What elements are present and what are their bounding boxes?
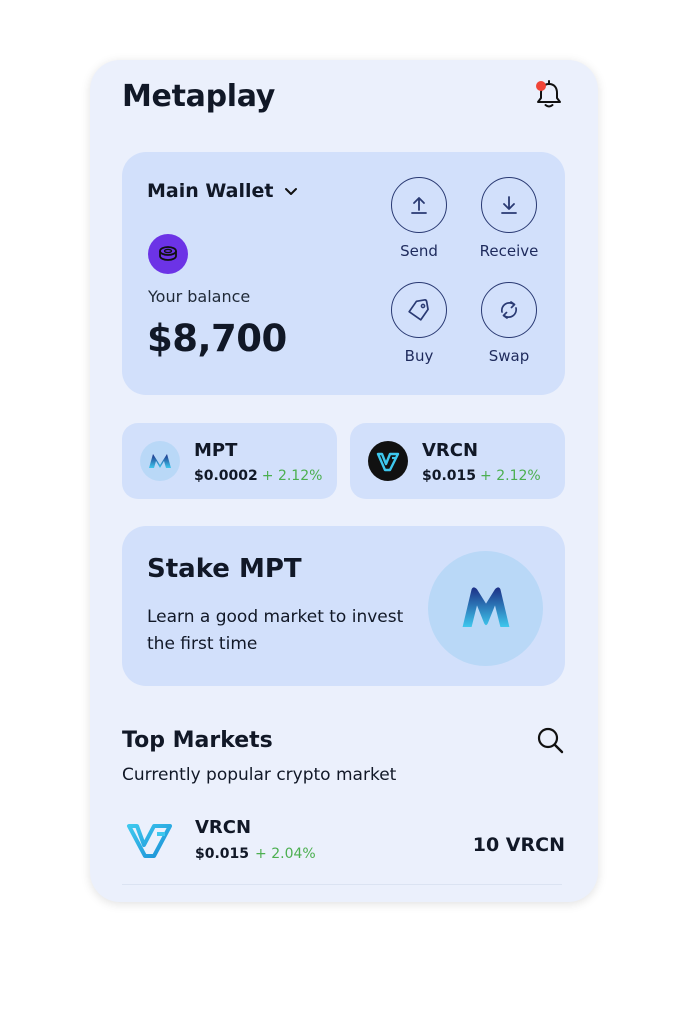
token-change: + 2.12%: [480, 468, 541, 484]
coin-icon: [148, 234, 188, 274]
search-icon: [537, 727, 564, 754]
market-change: + 2.04%: [255, 846, 316, 862]
market-price: $0.015 + 2.04%: [195, 846, 316, 862]
chevron-down-icon: [285, 188, 298, 195]
token-price: $0.015 + 2.12%: [422, 468, 541, 484]
token-card-mpt[interactable]: MPT $0.0002 + 2.12%: [122, 423, 337, 499]
market-amount: 10 VRCN: [472, 834, 565, 856]
markets-subtitle: Currently popular crypto market: [122, 765, 397, 785]
divider: [122, 884, 562, 885]
upload-icon: [411, 197, 427, 214]
token-card-vrcn[interactable]: VRCN $0.015 + 2.12%: [350, 423, 565, 499]
notification-dot: [536, 81, 546, 91]
token-change: + 2.12%: [261, 468, 323, 484]
token-name: MPT: [194, 440, 238, 461]
stake-title: Stake MPT: [147, 554, 302, 584]
send-button[interactable]: Send: [374, 177, 464, 260]
wallet-selector[interactable]: Main Wallet: [147, 180, 299, 202]
download-icon: [501, 196, 517, 214]
notification-button[interactable]: [532, 78, 566, 112]
search-button[interactable]: [534, 724, 566, 756]
swap-button[interactable]: Swap: [464, 282, 554, 365]
app-screen: Metaplay Main Wallet Your balance $8,700: [90, 60, 598, 902]
receive-button[interactable]: Receive: [464, 177, 554, 260]
receive-label: Receive: [479, 242, 539, 260]
balance-amount: $8,700: [147, 317, 287, 360]
token-name: VRCN: [422, 440, 479, 461]
buy-button[interactable]: Buy: [374, 282, 464, 365]
send-label: Send: [400, 242, 438, 260]
balance-label: Your balance: [148, 287, 251, 306]
market-name: VRCN: [195, 817, 252, 838]
market-row-vrcn[interactable]: VRCN $0.015 + 2.04% 10 VRCN: [122, 812, 565, 887]
vrcn-logo-icon: [126, 820, 172, 860]
mpt-logo-icon: [140, 441, 180, 481]
vrcn-logo-icon: [368, 441, 408, 481]
stake-banner[interactable]: Stake MPT Learn a good market to invest …: [122, 526, 565, 686]
wallet-name: Main Wallet: [147, 180, 274, 202]
token-price: $0.0002 + 2.12%: [194, 468, 323, 484]
swap-label: Swap: [488, 347, 530, 365]
stake-description: Learn a good market to invest the first …: [147, 607, 404, 654]
app-title: Metaplay: [122, 79, 276, 114]
swap-icon: [500, 301, 518, 319]
buy-label: Buy: [404, 347, 434, 365]
tag-icon: [408, 299, 429, 321]
wallet-card: Main Wallet Your balance $8,700 Send Rec…: [122, 152, 565, 395]
mpt-logo-icon: [428, 551, 543, 666]
markets-title: Top Markets: [122, 728, 273, 753]
